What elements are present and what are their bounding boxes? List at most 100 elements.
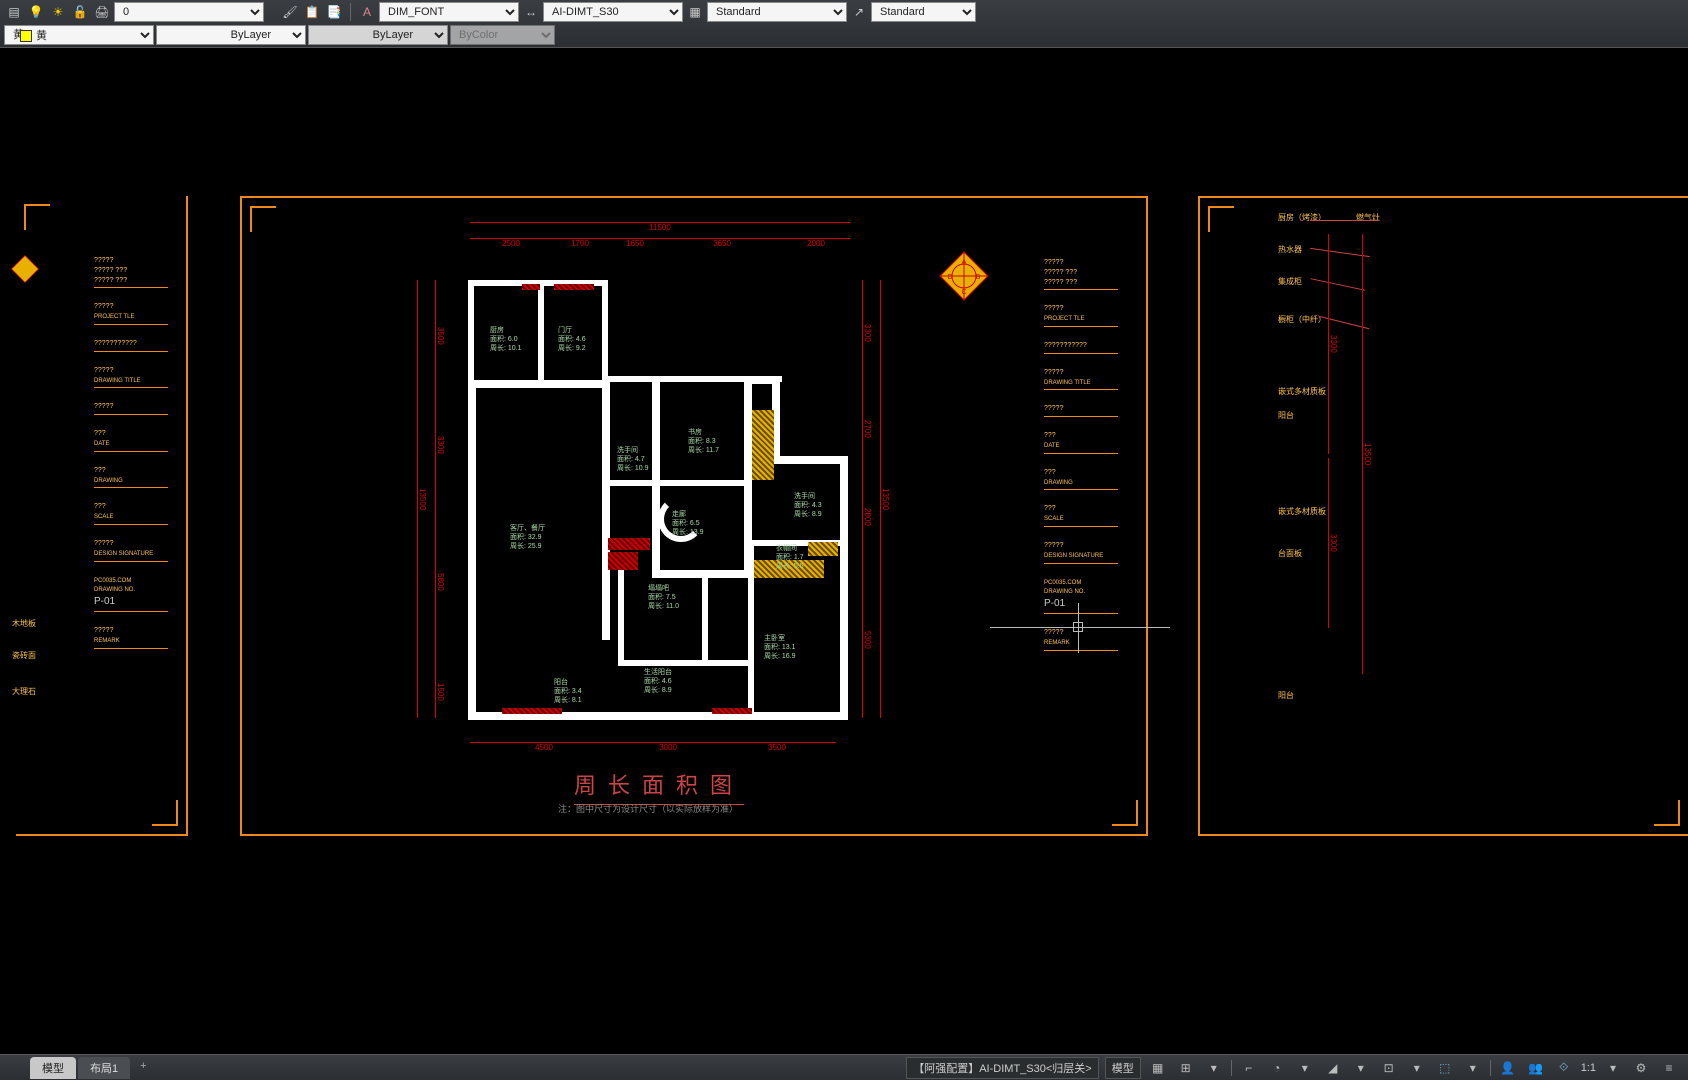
space-indicator[interactable]: 模型 [1105,1057,1141,1079]
ortho-icon[interactable]: ⌐ [1238,1057,1260,1079]
room-balcony2: 生活阳台面积: 4.6周长: 8.9 [644,668,672,695]
room-corridor: 走廊面积: 6.5周长: 13.9 [672,510,704,537]
dim-seg: 1500 [435,666,445,718]
material-label: 木地板 [12,618,36,629]
drawing-subtitle: 注：图中尺寸为设计尺寸（以实际放样为准） [558,802,738,815]
tblk-entry: ???SCALE [1044,504,1118,527]
chevron-down-icon[interactable]: ▾ [1294,1057,1316,1079]
plotstyle-dropdown[interactable]: ByColor [450,25,555,45]
chevron-down-icon[interactable]: ▾ [1406,1057,1428,1079]
text-style-icon[interactable]: A [357,2,377,22]
tblk-entry: ?????PROJECT TLE [1044,304,1118,327]
print-icon[interactable]: 🖨 [92,2,112,22]
tblk-entry: ?????PROJECT TLE [94,302,168,325]
mleader-style-icon[interactable]: ↗ [849,2,869,22]
bulb-icon[interactable]: 💡 [26,2,46,22]
text-style-dropdown[interactable]: DIM_FONT [379,2,519,22]
lock-icon[interactable]: 🔓 [70,2,90,22]
gear-icon[interactable]: ⚙ [1630,1057,1652,1079]
layer-iso-icon[interactable]: 📋 [302,2,322,22]
isoplane-icon[interactable]: ◢ [1322,1057,1344,1079]
drawing-canvas[interactable]: ?????????? ???????? ??? ?????PROJECT TLE… [0,54,1688,1052]
color-dropdown[interactable]: 黄 [4,25,154,45]
tblk-entry: ?????DESIGN SIGNATURE [94,539,168,562]
tblk-entry: ???DATE [1044,431,1118,454]
annotation: 集成柜 [1278,276,1302,287]
lineweight-dropdown[interactable]: ByLayer [308,25,448,45]
chevron-down-icon[interactable]: ▾ [1203,1057,1225,1079]
tblk-entry: ???DATE [94,429,168,452]
scale-indicator[interactable]: 1:1 [1581,1062,1596,1074]
tab-model[interactable]: 模型 [30,1057,76,1079]
room-tatami: 塌塌吧面积: 7.5周长: 11.0 [648,584,679,611]
room-foyer: 门厅面积: 4.6周长: 9.2 [558,326,586,353]
table-style-icon[interactable]: ▦ [685,2,705,22]
dim-seg: 2700 [862,386,872,472]
chevron-down-icon[interactable]: ▾ [1462,1057,1484,1079]
annotation: 嵌式多材质板 [1278,386,1326,397]
polar-icon[interactable]: ◔ [1266,1057,1288,1079]
linetype-dropdown[interactable]: ByLayer [156,25,306,45]
tblk-entry: ?????????? ???????? ??? [1044,258,1118,290]
dim-seg: 4500 [470,742,618,752]
dim-seg: 3650 [662,238,782,248]
tblk-entry: ?????????? ???????? ??? [94,256,168,288]
grid-icon[interactable]: ▦ [1147,1057,1169,1079]
dim-seg: 2000 [782,238,850,248]
snap-icon[interactable]: ⊞ [1175,1057,1197,1079]
north-arrow: A B C D [938,250,990,302]
layer-status-text: 【阿强配置】AI-DIMT_S30<归层关> [906,1057,1098,1079]
person-icon[interactable]: 👤 [1497,1057,1519,1079]
chevron-down-icon[interactable]: ▾ [1602,1057,1624,1079]
dim-seg: 3000 [618,742,718,752]
material-label: 大理石 [12,686,36,697]
dim-overall-right: 13500 [880,280,890,718]
annotation-icon[interactable]: ⟐ [1553,1057,1575,1079]
svg-text:A: A [962,259,967,266]
layer-dropdown[interactable]: 0 [114,2,264,22]
dim-right-1: 3300 [1328,234,1338,454]
dim-seg: 3300 [435,392,445,498]
dim-style-dropdown[interactable]: AI-DIMT_S30 [543,2,683,22]
annotation: 阳台 [1278,410,1294,421]
room-kitchen: 厨房面积: 6.0周长: 10.1 [490,326,522,353]
room-cloak: 衣帽间面积: 1.7周长: 5.5 [776,544,804,571]
dim-right-2: 3300 [1328,458,1338,628]
annotation: 阳台 [1278,690,1294,701]
tblk-entry: ???SCALE [94,502,168,525]
tblk-entry: ?????DESIGN SIGNATURE [1044,541,1118,564]
layer-properties-icon[interactable]: ▤ [4,2,24,22]
room-study: 书房面积: 8.3周长: 11.7 [688,428,719,455]
annotation: 厨房（烤漆） [1278,212,1326,223]
room-wash2: 洗手间面积: 4.3周长: 8.9 [794,492,822,519]
osnap-icon[interactable]: ⊡ [1378,1057,1400,1079]
sheet-frame-right [1198,196,1688,836]
annotation: 嵌式多材质板 [1278,506,1326,517]
room-master: 主卧室面积: 13.1周长: 16.9 [764,634,796,661]
dim-seg: 3500 [718,742,836,752]
tab-add-button[interactable]: + [132,1057,154,1079]
table-style-dropdown[interactable]: Standard [707,2,847,22]
tblk-entry: PC0035.COMDRAWING NO.P-01 [1044,578,1118,615]
menu-icon[interactable]: ≡ [1658,1057,1680,1079]
match-layer-icon[interactable]: 🖌 [280,2,300,22]
dim-seg: 1700 [552,238,608,248]
chevron-down-icon[interactable]: ▾ [1350,1057,1372,1079]
tblk-entry: PC0035.COMDRAWING NO.P-01 [94,576,168,613]
tblk-entry: ???DRAWING [1044,468,1118,491]
sun-icon[interactable]: ☀ [48,2,68,22]
person-add-icon[interactable]: 👥 [1525,1057,1547,1079]
dim-seg: 1650 [608,238,662,248]
dim-style-icon[interactable]: ↔ [521,2,541,22]
tblk-entry: ????? [94,402,168,415]
tblk-entry: ?????DRAWING TITLE [1044,368,1118,391]
mleader-style-dropdown[interactable]: Standard [871,2,976,22]
annoscale-icon[interactable]: ⬚ [1434,1057,1456,1079]
room-balcony1: 阳台面积: 3.4周长: 8.1 [554,678,582,705]
dim-seg: 5800 [435,498,445,666]
layer-walk-icon[interactable]: 📑 [324,2,344,22]
svg-text:C: C [961,289,966,296]
sheet-frame-left: ?????????? ???????? ??? ?????PROJECT TLE… [16,196,188,836]
tab-layout1[interactable]: 布局1 [78,1057,130,1079]
tblk-entry: ???DRAWING [94,466,168,489]
